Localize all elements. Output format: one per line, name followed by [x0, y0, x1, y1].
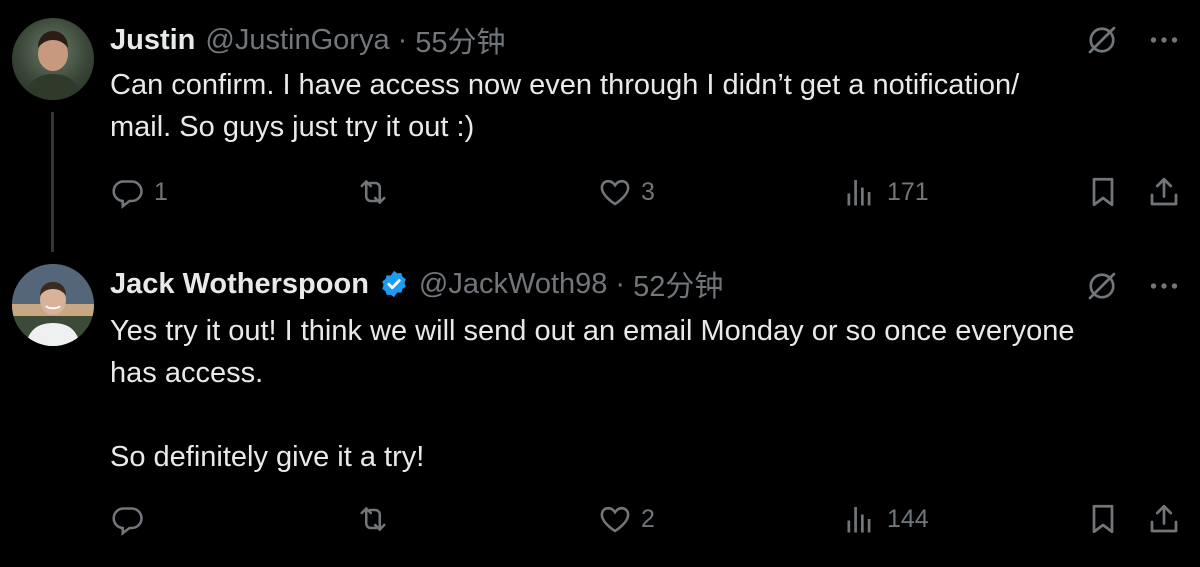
tweet-header: Jack Wotherspoon @JackWoth98 · 52分钟 [110, 264, 723, 304]
tweet-top-controls [1084, 22, 1182, 58]
share-button[interactable] [1146, 501, 1182, 537]
like-icon [597, 501, 633, 537]
display-name[interactable]: Justin [110, 24, 195, 57]
views-count: 171 [887, 177, 929, 206]
avatar[interactable] [12, 264, 94, 346]
share-icon [1146, 174, 1182, 210]
user-handle[interactable]: @JackWoth98 [419, 268, 608, 301]
like-count: 2 [641, 504, 655, 533]
reply-button[interactable] [110, 501, 154, 537]
like-button[interactable]: 3 [597, 174, 655, 210]
separator-dot: · [397, 23, 408, 56]
grok-icon[interactable] [1084, 268, 1120, 304]
tweet-actions: 2 144 [110, 501, 1182, 541]
grok-icon[interactable] [1084, 22, 1120, 58]
verified-badge-icon[interactable] [379, 269, 409, 299]
retweet-button[interactable] [355, 501, 399, 537]
views-icon [843, 501, 879, 537]
reply-count: 1 [154, 177, 168, 206]
like-icon [597, 174, 633, 210]
views-icon [843, 174, 879, 210]
user-handle[interactable]: @JustinGorya [205, 24, 389, 57]
retweet-button[interactable] [355, 174, 399, 210]
bookmark-button[interactable] [1085, 174, 1121, 210]
bookmark-icon [1085, 501, 1121, 537]
more-icon[interactable] [1146, 22, 1182, 58]
tweet-text: Yes try it out! I think we will send out… [110, 315, 1075, 473]
tweet-justin[interactable]: Justin @JustinGorya · 55分钟 Can confirm. … [0, 0, 1200, 248]
retweet-icon [355, 174, 391, 210]
tweet-jack[interactable]: Jack Wotherspoon @JackWoth98 · 52分钟 Yes … [0, 248, 1200, 567]
tweet-top-controls [1084, 268, 1182, 304]
reply-button[interactable]: 1 [110, 174, 168, 210]
retweet-icon [355, 501, 391, 537]
bookmark-icon [1085, 174, 1121, 210]
views-count: 144 [887, 504, 929, 533]
tweet-actions: 1 3 171 [110, 174, 1182, 214]
reply-icon [110, 174, 146, 210]
tweet-text: Can confirm. I have access now even thro… [110, 69, 1020, 143]
like-button[interactable]: 2 [597, 501, 655, 537]
reply-icon [110, 501, 146, 537]
separator-dot: · [615, 267, 626, 300]
display-name[interactable]: Jack Wotherspoon [110, 268, 369, 301]
like-count: 3 [641, 177, 655, 206]
views-button[interactable]: 144 [843, 501, 929, 537]
share-icon [1146, 501, 1182, 537]
share-button[interactable] [1146, 174, 1182, 210]
bookmark-button[interactable] [1085, 501, 1121, 537]
timestamp[interactable]: 52分钟 [633, 263, 723, 305]
timestamp[interactable]: 55分钟 [415, 19, 505, 61]
avatar[interactable] [12, 18, 94, 100]
tweet-header: Justin @JustinGorya · 55分钟 [110, 20, 506, 60]
more-icon[interactable] [1146, 268, 1182, 304]
views-button[interactable]: 171 [843, 174, 929, 210]
